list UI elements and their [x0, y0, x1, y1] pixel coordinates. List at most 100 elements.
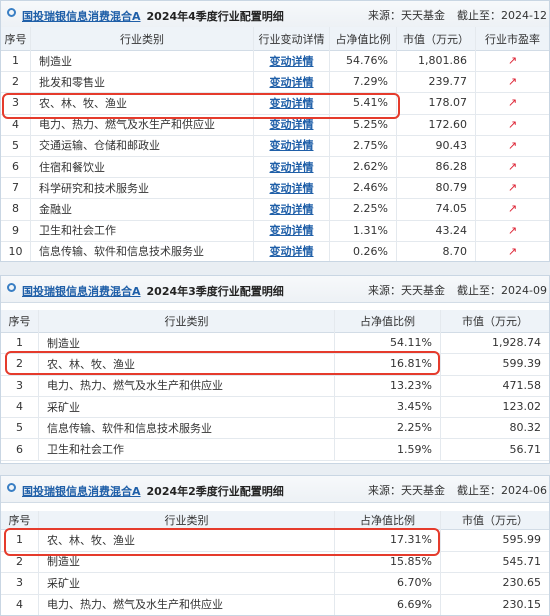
change-cell: 变动详情 [254, 219, 330, 241]
row-no: 1 [1, 50, 31, 72]
ratio-value: 3.45% [335, 395, 441, 418]
table-row: 2 农、林、牧、渔业 16.81% 599.39 [1, 353, 549, 376]
row-no: 8 [1, 198, 31, 220]
ratio-value: 54.76% [330, 50, 397, 72]
col-industry: 行业类别 [39, 310, 335, 332]
industry-name: 电力、热力、燃气及水生产和供应业 [39, 374, 335, 396]
pe-trend-icon[interactable]: ↗ [508, 118, 517, 131]
change-cell: 变动详情 [254, 198, 330, 220]
panel-header: 国投瑞银信息消费混合A 2024年2季度行业配置明细 来源：天天基金 截止至：202… [1, 476, 549, 503]
pe-cell: ↗ [476, 92, 549, 113]
col-value: 市值（万元） [462, 514, 528, 527]
table-row: 2 批发和零售业 变动详情 7.29% 239.77 ↗ [1, 71, 549, 94]
row-no: 6 [1, 156, 31, 178]
table-row: 10 信息传输、软件和信息技术服务业 变动详情 0.26% 8.70 ↗ [1, 240, 549, 261]
ratio-value: 1.31% [330, 219, 397, 241]
ratio-value: 15.85% [335, 550, 441, 572]
pe-trend-icon[interactable]: ↗ [508, 96, 517, 109]
row-no: 6 [1, 438, 39, 460]
change-detail-link[interactable]: 变动详情 [270, 137, 314, 153]
source-text: 来源：天天基金 [368, 9, 446, 22]
cutoff-date: 截止至：2024-06 [457, 484, 547, 497]
change-detail-link[interactable]: 变动详情 [270, 243, 314, 259]
industry-name: 采矿业 [39, 395, 335, 418]
row-no: 1 [1, 332, 39, 354]
col-no: 序号 [1, 310, 39, 332]
change-cell: 变动详情 [254, 240, 330, 261]
row-no: 2 [1, 550, 39, 572]
fund-name-link[interactable]: 国投瑞银信息消费混合A [22, 10, 141, 23]
industry-name: 交通运输、仓储和邮政业 [31, 134, 254, 156]
market-value: 595.99 [502, 533, 542, 547]
table-row: 5 交通运输、仓储和邮政业 变动详情 2.75% 90.43 ↗ [1, 134, 549, 157]
row-no: 3 [1, 572, 39, 594]
source-text: 来源：天天基金 [368, 484, 446, 497]
industry-name: 制造业 [31, 50, 254, 72]
table-row: 5 信息传输、软件和信息技术服务业 2.25% 80.32 [1, 417, 549, 440]
pe-trend-icon[interactable]: ↗ [508, 139, 517, 152]
industry-name: 农、林、牧、渔业 [39, 529, 335, 551]
fund-name-link[interactable]: 国投瑞银信息消费混合A [22, 485, 141, 498]
ratio-value: 5.41% [330, 92, 397, 114]
change-cell: 变动详情 [254, 134, 330, 156]
change-detail-link[interactable]: 变动详情 [270, 201, 314, 217]
change-detail-link[interactable]: 变动详情 [270, 180, 314, 196]
change-detail-link[interactable]: 变动详情 [270, 159, 314, 175]
industry-name: 农、林、牧、渔业 [31, 92, 254, 114]
market-value: 471.58 [502, 378, 542, 392]
table-row: 2 制造业 15.85% 545.71 [1, 550, 549, 573]
pe-trend-icon[interactable]: ↗ [508, 181, 517, 194]
pe-trend-icon[interactable]: ↗ [508, 160, 517, 173]
industry-name: 制造业 [39, 550, 335, 572]
market-value: 43.24 [397, 219, 476, 241]
row-no: 4 [1, 395, 39, 418]
panel-title: 2024年4季度行业配置明细 [146, 10, 284, 23]
col-industry: 行业类别 [39, 511, 335, 529]
pe-trend-icon[interactable]: ↗ [508, 202, 517, 215]
table-row: 6 住宿和餐饮业 变动详情 2.62% 86.28 ↗ [1, 156, 549, 179]
pe-trend-icon[interactable]: ↗ [508, 224, 517, 237]
change-cell: 变动详情 [254, 92, 330, 114]
market-value: 178.07 [397, 92, 476, 114]
pe-cell: ↗ [476, 220, 549, 241]
pe-trend-icon[interactable]: ↗ [508, 245, 517, 258]
panel-q4-industry-allocation: 国投瑞银信息消费混合A 2024年4季度行业配置明细 来源：天天基金 截止至：202… [0, 0, 550, 262]
bullet-circle-icon [7, 283, 16, 292]
ratio-value: 17.31% [335, 529, 441, 551]
ratio-value: 13.23% [335, 374, 441, 396]
fund-name-link[interactable]: 国投瑞银信息消费混合A [22, 285, 141, 298]
row-no: 2 [1, 71, 31, 93]
change-cell: 变动详情 [254, 113, 330, 135]
row-no: 5 [1, 417, 39, 439]
change-detail-link[interactable]: 变动详情 [270, 53, 314, 69]
panel-title: 2024年3季度行业配置明细 [146, 285, 284, 298]
industry-name: 电力、热力、燃气及水生产和供应业 [31, 113, 254, 135]
industry-name: 住宿和餐饮业 [31, 156, 254, 178]
pe-cell: ↗ [476, 156, 549, 177]
ratio-value: 2.62% [330, 156, 397, 178]
change-cell: 变动详情 [254, 177, 330, 199]
market-value: 599.39 [502, 357, 542, 371]
change-detail-link[interactable]: 变动详情 [270, 222, 314, 238]
pe-cell: ↗ [476, 198, 549, 219]
change-detail-link[interactable]: 变动详情 [270, 95, 314, 111]
pe-trend-icon[interactable]: ↗ [508, 75, 517, 88]
row-no: 10 [1, 240, 31, 261]
market-value: 239.77 [397, 71, 476, 93]
ratio-value: 6.69% [335, 593, 441, 615]
industry-name: 卫生和社会工作 [39, 438, 335, 460]
pe-cell: ↗ [476, 177, 549, 198]
market-value: 230.15 [502, 597, 542, 611]
col-pe: 行业市盈率 [485, 32, 540, 46]
panel-header: 国投瑞银信息消费混合A 2024年3季度行业配置明细 来源：天天基金 截止至：202… [1, 276, 549, 303]
market-value: 230.65 [502, 576, 542, 590]
table-row: 3 农、林、牧、渔业 变动详情 5.41% 178.07 ↗ [1, 92, 549, 115]
change-cell: 变动详情 [254, 156, 330, 178]
pe-trend-icon[interactable]: ↗ [508, 54, 517, 67]
change-detail-link[interactable]: 变动详情 [270, 74, 314, 90]
market-value: 123.02 [502, 400, 542, 414]
panel-header: 国投瑞银信息消费混合A 2024年4季度行业配置明细 来源：天天基金 截止至：202… [1, 1, 549, 28]
row-no: 4 [1, 593, 39, 615]
table-row: 4 电力、热力、燃气及水生产和供应业 变动详情 5.25% 172.60 ↗ [1, 113, 549, 136]
change-detail-link[interactable]: 变动详情 [270, 116, 314, 132]
